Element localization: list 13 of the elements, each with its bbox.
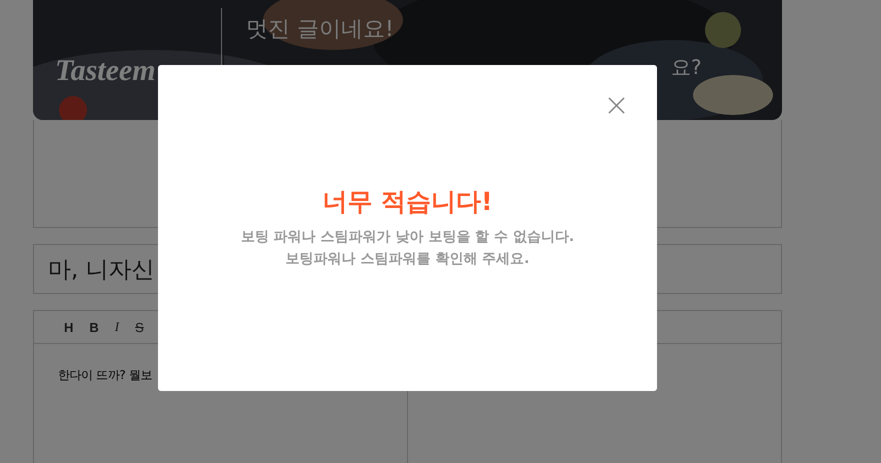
editor-text[interactable]: 한다이 뜨까? 뭘보: [58, 368, 152, 382]
title-text: 마, 니자신: [48, 256, 155, 284]
modal-message: 보팅 파워나 스팀파워가 낮아 보팅을 할 수 없습니다.: [240, 228, 574, 247]
banner-subline: 요?: [671, 54, 702, 81]
modal-title: 너무 적습니다!: [322, 186, 493, 218]
toolbar-button[interactable]: S: [131, 320, 148, 334]
logo: Tasteem: [55, 54, 157, 88]
banner-headline: 멋진 글이네요!: [246, 16, 395, 44]
toolbar-button[interactable]: H: [60, 320, 78, 334]
toolbar-button[interactable]: I: [110, 319, 124, 335]
modal-message: 보팅파워나 스팀파워를 확인해 주세요.: [286, 250, 530, 269]
close-icon[interactable]: [608, 97, 625, 114]
toolbar-button[interactable]: B: [85, 320, 103, 334]
